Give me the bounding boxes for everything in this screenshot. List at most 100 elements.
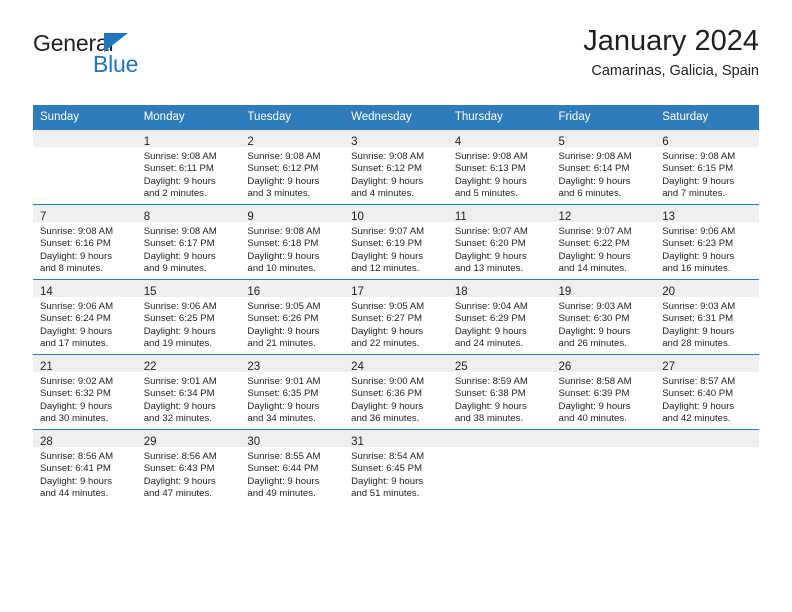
calendar-day-cell[interactable]: 30 Sunrise: 8:55 AM Sunset: 6:44 PM Dayligh…: [240, 429, 345, 504]
day-details: Sunrise: 8:55 AM Sunset: 6:44 PM Daylight:…: [240, 447, 344, 501]
day-number-band: [655, 430, 759, 447]
calendar-day-cell[interactable]: 27 Sunrise: 8:57 AM Sunset: 6:40 PM Dayligh…: [655, 354, 759, 430]
day-number-band: 1: [136, 130, 241, 148]
day-details: Sunrise: 9:06 AM Sunset: 6:24 PM Daylight:…: [33, 297, 137, 351]
day-detail-line: Sunset: 6:13 PM: [454, 163, 526, 175]
day-detail-line: Daylight: 9 hours: [143, 250, 216, 262]
calendar-day-cell[interactable]: 25 Sunrise: 8:59 AM Sunset: 6:38 PM Dayligh…: [447, 354, 552, 430]
day-number: 28: [40, 436, 53, 448]
day-detail-line: and 21 minutes.: [247, 338, 316, 350]
day-detail-line: Daylight: 9 hours: [40, 250, 112, 262]
calendar-day-cell[interactable]: 29 Sunrise: 8:56 AM Sunset: 6:43 PM Dayligh…: [136, 429, 241, 504]
day-details: [33, 147, 137, 151]
day-detail-line: Sunrise: 9:03 AM: [558, 301, 632, 312]
day-detail-line: Sunset: 6:40 PM: [662, 388, 734, 400]
calendar-day-cell[interactable]: 11 Sunrise: 9:07 AM Sunset: 6:20 PM Dayligh…: [447, 204, 552, 280]
calendar-day-cell[interactable]: 8 Sunrise: 9:08 AM Sunset: 6:17 PM Daylight…: [136, 204, 241, 280]
calendar-day-cell[interactable]: 9 Sunrise: 9:08 AM Sunset: 6:18 PM Daylight…: [240, 204, 345, 280]
day-details: Sunrise: 9:06 AM Sunset: 6:25 PM Daylight:…: [137, 297, 241, 351]
calendar-day-cell[interactable]: 19 Sunrise: 9:03 AM Sunset: 6:30 PM Dayligh…: [551, 279, 656, 355]
day-detail-line: Sunset: 6:31 PM: [662, 313, 734, 325]
day-details: Sunrise: 9:08 AM Sunset: 6:12 PM Daylight:…: [240, 147, 344, 201]
day-detail-line: Sunset: 6:29 PM: [454, 313, 526, 325]
calendar-day-cell[interactable]: 18 Sunrise: 9:04 AM Sunset: 6:29 PM Dayligh…: [447, 279, 552, 355]
day-detail-line: Sunrise: 8:56 AM: [40, 451, 114, 462]
day-detail-line: Sunrise: 9:08 AM: [143, 151, 217, 162]
day-number: 26: [558, 361, 572, 373]
calendar-day-cell[interactable]: 21 Sunrise: 9:02 AM Sunset: 6:32 PM Dayligh…: [33, 354, 137, 430]
day-details: Sunrise: 8:57 AM Sunset: 6:40 PM Daylight:…: [655, 372, 759, 426]
calendar-week-row: 7 Sunrise: 9:08 AM Sunset: 6:16 PM Daylight…: [33, 204, 759, 280]
calendar-day-cell[interactable]: 15 Sunrise: 9:06 AM Sunset: 6:25 PM Dayligh…: [136, 279, 241, 355]
calendar-day-cell[interactable]: 23 Sunrise: 9:01 AM Sunset: 6:35 PM Dayligh…: [240, 354, 345, 430]
day-number: 24: [351, 361, 364, 373]
day-detail-line: and 7 minutes.: [662, 188, 726, 200]
calendar-day-cell[interactable]: 6 Sunrise: 9:08 AM Sunset: 6:15 PM Daylight…: [655, 129, 759, 205]
day-number: 10: [351, 211, 364, 223]
day-detail-line: Daylight: 9 hours: [454, 250, 527, 262]
calendar-day-cell[interactable]: 2 Sunrise: 9:08 AM Sunset: 6:12 PM Daylight…: [240, 129, 345, 205]
day-number-band: [33, 130, 137, 147]
general-blue-logo[interactable]: General Blue: [33, 32, 213, 88]
day-detail-line: Daylight: 9 hours: [351, 325, 424, 337]
weekday-header-friday: Friday: [551, 105, 656, 130]
day-detail-line: Sunset: 6:16 PM: [40, 238, 111, 250]
day-details: Sunrise: 9:08 AM Sunset: 6:17 PM Daylight:…: [137, 222, 241, 276]
day-detail-line: Sunrise: 8:57 AM: [662, 376, 736, 387]
day-number: 12: [558, 211, 572, 223]
calendar-day-cell[interactable]: 17 Sunrise: 9:05 AM Sunset: 6:27 PM Dayligh…: [344, 279, 448, 355]
day-details: Sunrise: 9:08 AM Sunset: 6:18 PM Daylight:…: [240, 222, 344, 276]
calendar-day-cell[interactable]: 14 Sunrise: 9:06 AM Sunset: 6:24 PM Dayligh…: [33, 279, 137, 355]
title-block: January 2024 Camarinas, Galicia, Spain: [583, 25, 759, 80]
day-detail-line: Daylight: 9 hours: [662, 400, 735, 412]
day-details: Sunrise: 9:00 AM Sunset: 6:36 PM Daylight:…: [344, 372, 448, 426]
day-detail-line: Daylight: 9 hours: [247, 400, 320, 412]
day-details: Sunrise: 9:07 AM Sunset: 6:20 PM Daylight:…: [448, 222, 552, 276]
day-detail-line: Sunset: 6:34 PM: [143, 388, 215, 400]
day-detail-line: Sunset: 6:32 PM: [40, 388, 111, 400]
calendar-day-cell[interactable]: 16 Sunrise: 9:05 AM Sunset: 6:26 PM Dayligh…: [240, 279, 345, 355]
weekday-header-row: Sunday Monday Tuesday Wednesday Thursday Frid…: [33, 105, 759, 130]
calendar-day-cell[interactable]: 26 Sunrise: 8:58 AM Sunset: 6:39 PM Dayligh…: [551, 354, 656, 430]
day-detail-line: and 5 minutes.: [454, 188, 518, 200]
day-details: Sunrise: 9:05 AM Sunset: 6:26 PM Daylight:…: [240, 297, 344, 351]
calendar-day-cell[interactable]: 10 Sunrise: 9:07 AM Sunset: 6:19 PM Dayligh…: [344, 204, 448, 280]
calendar-day-cell[interactable]: 24 Sunrise: 9:00 AM Sunset: 6:36 PM Dayligh…: [344, 354, 448, 430]
day-detail-line: and 30 minutes.: [40, 413, 109, 425]
day-details: Sunrise: 9:08 AM Sunset: 6:16 PM Daylight:…: [33, 222, 137, 276]
day-details: [448, 447, 552, 451]
day-detail-line: and 49 minutes.: [247, 488, 316, 500]
calendar-day-cell[interactable]: 1 Sunrise: 9:08 AM Sunset: 6:11 PM Daylight…: [136, 129, 241, 205]
calendar-day-cell[interactable]: 7 Sunrise: 9:08 AM Sunset: 6:16 PM Daylight…: [33, 204, 137, 280]
day-detail-line: and 4 minutes.: [351, 188, 415, 200]
calendar-day-cell[interactable]: 5 Sunrise: 9:08 AM Sunset: 6:14 PM Daylight…: [551, 129, 656, 205]
calendar-day-cell[interactable]: 13 Sunrise: 9:06 AM Sunset: 6:23 PM Dayligh…: [655, 204, 759, 280]
day-details: Sunrise: 9:01 AM Sunset: 6:35 PM Daylight:…: [240, 372, 344, 426]
day-number-band: 2: [240, 130, 345, 148]
day-number-band: [551, 430, 656, 447]
day-detail-line: Sunset: 6:39 PM: [558, 388, 630, 400]
day-number: 4: [454, 136, 462, 148]
day-detail-line: Sunrise: 9:01 AM: [143, 376, 217, 387]
day-number-band: 12: [551, 205, 656, 223]
day-number: 27: [662, 361, 676, 373]
day-detail-line: Sunrise: 9:02 AM: [40, 376, 114, 387]
weekday-header-tuesday: Tuesday: [240, 105, 345, 130]
calendar-day-cell[interactable]: 31 Sunrise: 8:54 AM Sunset: 6:45 PM Dayligh…: [344, 429, 448, 504]
day-details: [655, 447, 759, 451]
day-detail-line: and 40 minutes.: [558, 413, 627, 425]
day-detail-line: Sunrise: 8:56 AM: [143, 451, 217, 462]
calendar-day-cell[interactable]: 28 Sunrise: 8:56 AM Sunset: 6:41 PM Dayligh…: [33, 429, 137, 504]
calendar-day-cell[interactable]: 12 Sunrise: 9:07 AM Sunset: 6:22 PM Dayligh…: [551, 204, 656, 280]
calendar-day-cell[interactable]: 4 Sunrise: 9:08 AM Sunset: 6:13 PM Daylight…: [447, 129, 552, 205]
day-details: Sunrise: 9:08 AM Sunset: 6:11 PM Daylight:…: [137, 147, 241, 201]
day-number: 22: [143, 361, 157, 373]
calendar-day-cell[interactable]: 3 Sunrise: 9:08 AM Sunset: 6:12 PM Daylight…: [344, 129, 448, 205]
day-number: 1: [143, 136, 151, 148]
day-number: 21: [40, 361, 53, 373]
calendar-day-cell[interactable]: 20 Sunrise: 9:03 AM Sunset: 6:31 PM Dayligh…: [655, 279, 759, 355]
calendar-body: 1 Sunrise: 9:08 AM Sunset: 6:11 PM Daylight…: [33, 129, 759, 504]
day-detail-line: Sunrise: 9:07 AM: [454, 226, 528, 237]
calendar-day-cell[interactable]: 22 Sunrise: 9:01 AM Sunset: 6:34 PM Dayligh…: [136, 354, 241, 430]
day-number-band: 19: [551, 280, 656, 298]
